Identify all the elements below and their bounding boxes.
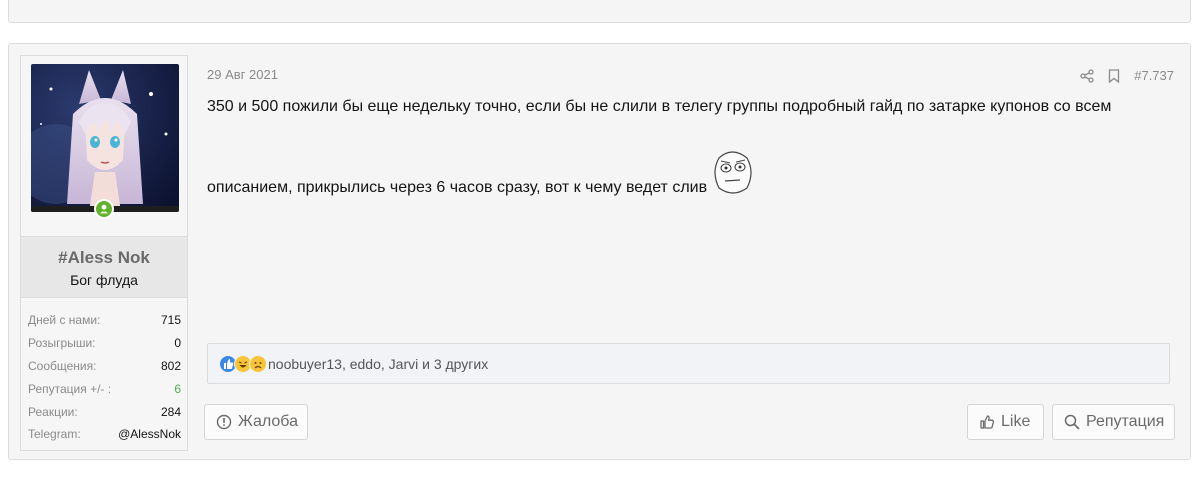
stat-value: 715 xyxy=(160,313,181,328)
stat-giveaways: Розыгрыши: 0 xyxy=(28,332,181,355)
stat-label: Дней с нами: xyxy=(28,313,101,328)
search-icon xyxy=(1064,414,1080,430)
post-number-link[interactable]: #7.737 xyxy=(1134,68,1174,83)
report-icon xyxy=(216,414,232,430)
stat-messages: Сообщения: 802 xyxy=(28,355,181,378)
forum-post: #Aless Nok Бог флуда Дней с нами: 715 Ро… xyxy=(8,43,1191,460)
stat-label: Сообщения: xyxy=(28,358,97,373)
stat-telegram: Telegram: @AlessNok xyxy=(28,423,181,446)
stat-value: 802 xyxy=(160,358,181,373)
stat-reactions: Реакции: 284 xyxy=(28,400,181,423)
stat-value: @AlessNok xyxy=(118,427,181,442)
avatar[interactable] xyxy=(31,64,179,212)
like-button[interactable]: Like xyxy=(967,404,1044,440)
user-title-box: #Aless Nok Бог флуда xyxy=(21,236,187,298)
post-text-line-2-wrap: описанием, прикрылись через 6 часов сраз… xyxy=(207,144,1177,201)
user-rank-title: Бог флуда xyxy=(70,272,138,288)
stat-reputation: Репутация +/- : 6 xyxy=(28,377,181,400)
share-icon[interactable] xyxy=(1080,68,1094,83)
reactions-bar[interactable]: noobuyer13, eddo, Jarvi и 3 других xyxy=(207,343,1170,384)
user-info-panel: #Aless Nok Бог флуда Дней с нами: 715 Ро… xyxy=(20,55,188,451)
post-text-line-1: 350 и 500 пожили бы еще недельку точно, … xyxy=(207,98,1112,115)
reactions-users[interactable]: noobuyer13, eddo, Jarvi и 3 других xyxy=(268,356,488,372)
thumbs-up-icon xyxy=(979,414,995,430)
reputation-label: Репутация xyxy=(1086,413,1165,430)
stat-days: Дней с нами: 715 xyxy=(28,309,181,332)
stat-label: Розыгрыши: xyxy=(28,336,96,351)
stat-value: 284 xyxy=(160,404,181,419)
post-text-line-2: описанием, прикрылись через 6 часов сраз… xyxy=(207,179,708,196)
username[interactable]: #Aless Nok xyxy=(21,248,187,268)
reaction-icons xyxy=(219,354,267,373)
post-date[interactable]: 29 Авг 2021 xyxy=(207,67,278,82)
stat-label: Telegram: xyxy=(28,427,81,442)
avatar-image xyxy=(31,64,179,212)
post-body: 350 и 500 пожили бы еще недельку точно, … xyxy=(207,94,1177,201)
like-label: Like xyxy=(1001,413,1031,430)
sad-icon xyxy=(249,354,267,373)
bookmark-icon[interactable] xyxy=(1108,68,1120,83)
post-actions: #7.737 xyxy=(1080,68,1174,83)
stat-value: 6 xyxy=(174,381,181,396)
previous-post-footer xyxy=(8,0,1191,23)
online-status-icon xyxy=(94,199,114,219)
reputation-button[interactable]: Репутация xyxy=(1052,404,1175,440)
stat-label: Репутация +/- : xyxy=(28,381,112,396)
report-button[interactable]: Жалоба xyxy=(204,404,308,440)
report-label: Жалоба xyxy=(238,413,298,430)
smiley-icon xyxy=(709,148,755,205)
stat-label: Реакции: xyxy=(28,404,78,419)
user-stats: Дней с нами: 715 Розыгрыши: 0 Сообщения:… xyxy=(28,309,181,446)
stat-value: 0 xyxy=(174,336,181,351)
